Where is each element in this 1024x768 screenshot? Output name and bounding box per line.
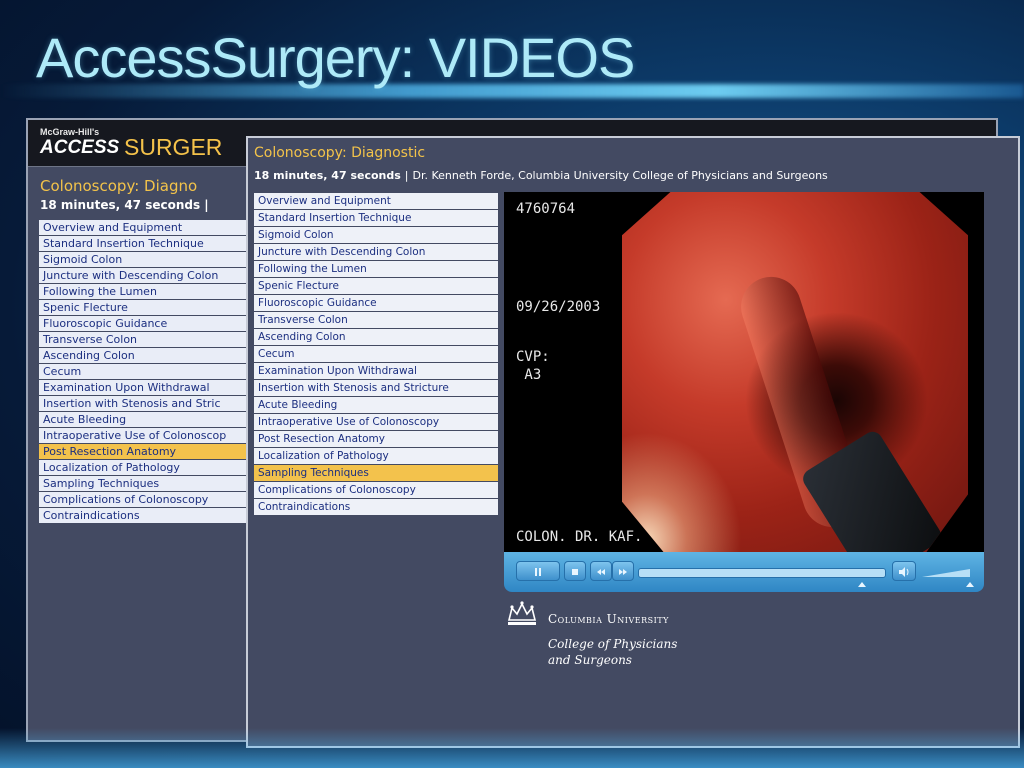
back-chapter-item[interactable]: Fluoroscopic Guidance xyxy=(39,316,249,331)
seek-marker[interactable] xyxy=(858,582,866,587)
meta-separator: | xyxy=(404,169,409,182)
chapter-item[interactable]: Examination Upon Withdrawal xyxy=(254,363,498,379)
fast-forward-icon xyxy=(619,568,627,575)
endoscopy-frame xyxy=(622,192,968,552)
back-chapter-item[interactable]: Sampling Techniques xyxy=(39,476,249,491)
chapter-item[interactable]: Fluoroscopic Guidance xyxy=(254,295,498,311)
volume-slider[interactable] xyxy=(922,569,970,577)
back-chapter-item[interactable]: Overview and Equipment xyxy=(39,220,249,235)
back-chapter-item[interactable]: Acute Bleeding xyxy=(39,412,249,427)
chapter-item[interactable]: Cecum xyxy=(254,346,498,362)
chapter-item[interactable]: Localization of Pathology xyxy=(254,448,498,464)
bottom-glow xyxy=(0,728,1024,768)
back-chapter-item[interactable]: Cecum xyxy=(39,364,249,379)
stop-button[interactable] xyxy=(564,561,586,581)
osd-id: 4760764 xyxy=(516,201,576,217)
pause-icon xyxy=(535,567,541,576)
video-duration: 18 minutes, 47 seconds xyxy=(254,169,401,182)
volume-marker[interactable] xyxy=(966,582,974,587)
back-video-duration: 18 minutes, 47 seconds | xyxy=(40,198,209,212)
volume-button[interactable] xyxy=(892,561,916,581)
college-line-2: and Surgeons xyxy=(548,653,632,667)
back-chapter-item[interactable]: Standard Insertion Technique xyxy=(39,236,249,251)
chapter-item[interactable]: Following the Lumen xyxy=(254,261,498,277)
back-chapter-item[interactable]: Localization of Pathology xyxy=(39,460,249,475)
chapter-item[interactable]: Standard Insertion Technique xyxy=(254,210,498,226)
video-title: Colonoscopy: Diagnostic xyxy=(254,145,426,161)
slide-title: AccessSurgery: VIDEOS xyxy=(36,26,635,89)
chapter-item[interactable]: Juncture with Descending Colon xyxy=(254,244,498,260)
front-window: Colonoscopy: Diagnostic 18 minutes, 47 s… xyxy=(246,136,1020,748)
pause-button[interactable] xyxy=(516,561,560,581)
back-chapter-item[interactable]: Intraoperative Use of Colonoscop xyxy=(39,428,249,443)
player-controls xyxy=(504,552,984,592)
college-name: College of Physicians and Surgeons xyxy=(548,636,677,668)
back-chapter-item[interactable]: Juncture with Descending Colon xyxy=(39,268,249,283)
back-chapter-list: Overview and Equipment Standard Insertion… xyxy=(39,220,249,524)
chapter-item[interactable]: Overview and Equipment xyxy=(254,193,498,209)
chapter-item[interactable]: Sampling Techniques xyxy=(254,465,498,481)
chapter-item[interactable]: Ascending Colon xyxy=(254,329,498,345)
osd-caption: COLON. DR. KAF. xyxy=(516,529,643,545)
chapter-item[interactable]: Complications of Colonoscopy xyxy=(254,482,498,498)
seek-bar[interactable] xyxy=(638,568,886,578)
speaker-icon xyxy=(899,566,909,577)
stop-icon xyxy=(572,568,578,575)
back-chapter-item[interactable]: Post Resection Anatomy xyxy=(39,444,249,459)
video-player[interactable]: 4760764 09/26/2003 CVP: A3 COLON. DR. KA… xyxy=(504,192,984,552)
video-meta: 18 minutes, 47 seconds | Dr. Kenneth Forde… xyxy=(254,169,828,182)
back-video-title: Colonoscopy: Diagno xyxy=(40,177,198,195)
brand-surgery-text: SURGER xyxy=(124,134,223,160)
rewind-button[interactable] xyxy=(590,561,612,581)
back-chapter-item[interactable]: Examination Upon Withdrawal xyxy=(39,380,249,395)
college-line-1: College of Physicians xyxy=(548,637,678,651)
back-chapter-item[interactable]: Transverse Colon xyxy=(39,332,249,347)
brand-small-text: McGraw-Hill's xyxy=(40,127,100,137)
chapter-item[interactable]: Transverse Colon xyxy=(254,312,498,328)
osd-cvp: CVP: A3 xyxy=(516,349,550,383)
back-chapter-item[interactable]: Insertion with Stenosis and Stric xyxy=(39,396,249,411)
back-chapter-item[interactable]: Complications of Colonoscopy xyxy=(39,492,249,507)
back-chapter-item[interactable]: Following the Lumen xyxy=(39,284,249,299)
osd-date: 09/26/2003 xyxy=(516,299,601,315)
rewind-icon xyxy=(597,568,605,575)
chapter-item[interactable]: Contraindications xyxy=(254,499,498,515)
chapter-list: Overview and Equipment Standard Insertion… xyxy=(254,193,498,516)
chapter-item[interactable]: Insertion with Stenosis and Stricture xyxy=(254,380,498,396)
university-name: Columbia University xyxy=(548,612,669,626)
chapter-item[interactable]: Post Resection Anatomy xyxy=(254,431,498,447)
crown-icon xyxy=(507,601,537,625)
back-chapter-item[interactable]: Spenic Flecture xyxy=(39,300,249,315)
back-chapter-item[interactable]: Ascending Colon xyxy=(39,348,249,363)
brand-access-text: ACCESS xyxy=(40,137,120,158)
back-chapter-item[interactable]: Contraindications xyxy=(39,508,249,523)
chapter-item[interactable]: Intraoperative Use of Colonoscopy xyxy=(254,414,498,430)
chapter-item[interactable]: Sigmoid Colon xyxy=(254,227,498,243)
chapter-item[interactable]: Acute Bleeding xyxy=(254,397,498,413)
fast-forward-button[interactable] xyxy=(612,561,634,581)
chapter-item[interactable]: Spenic Flecture xyxy=(254,278,498,294)
back-chapter-item[interactable]: Sigmoid Colon xyxy=(39,252,249,267)
video-author: Dr. Kenneth Forde, Columbia University C… xyxy=(412,169,828,182)
